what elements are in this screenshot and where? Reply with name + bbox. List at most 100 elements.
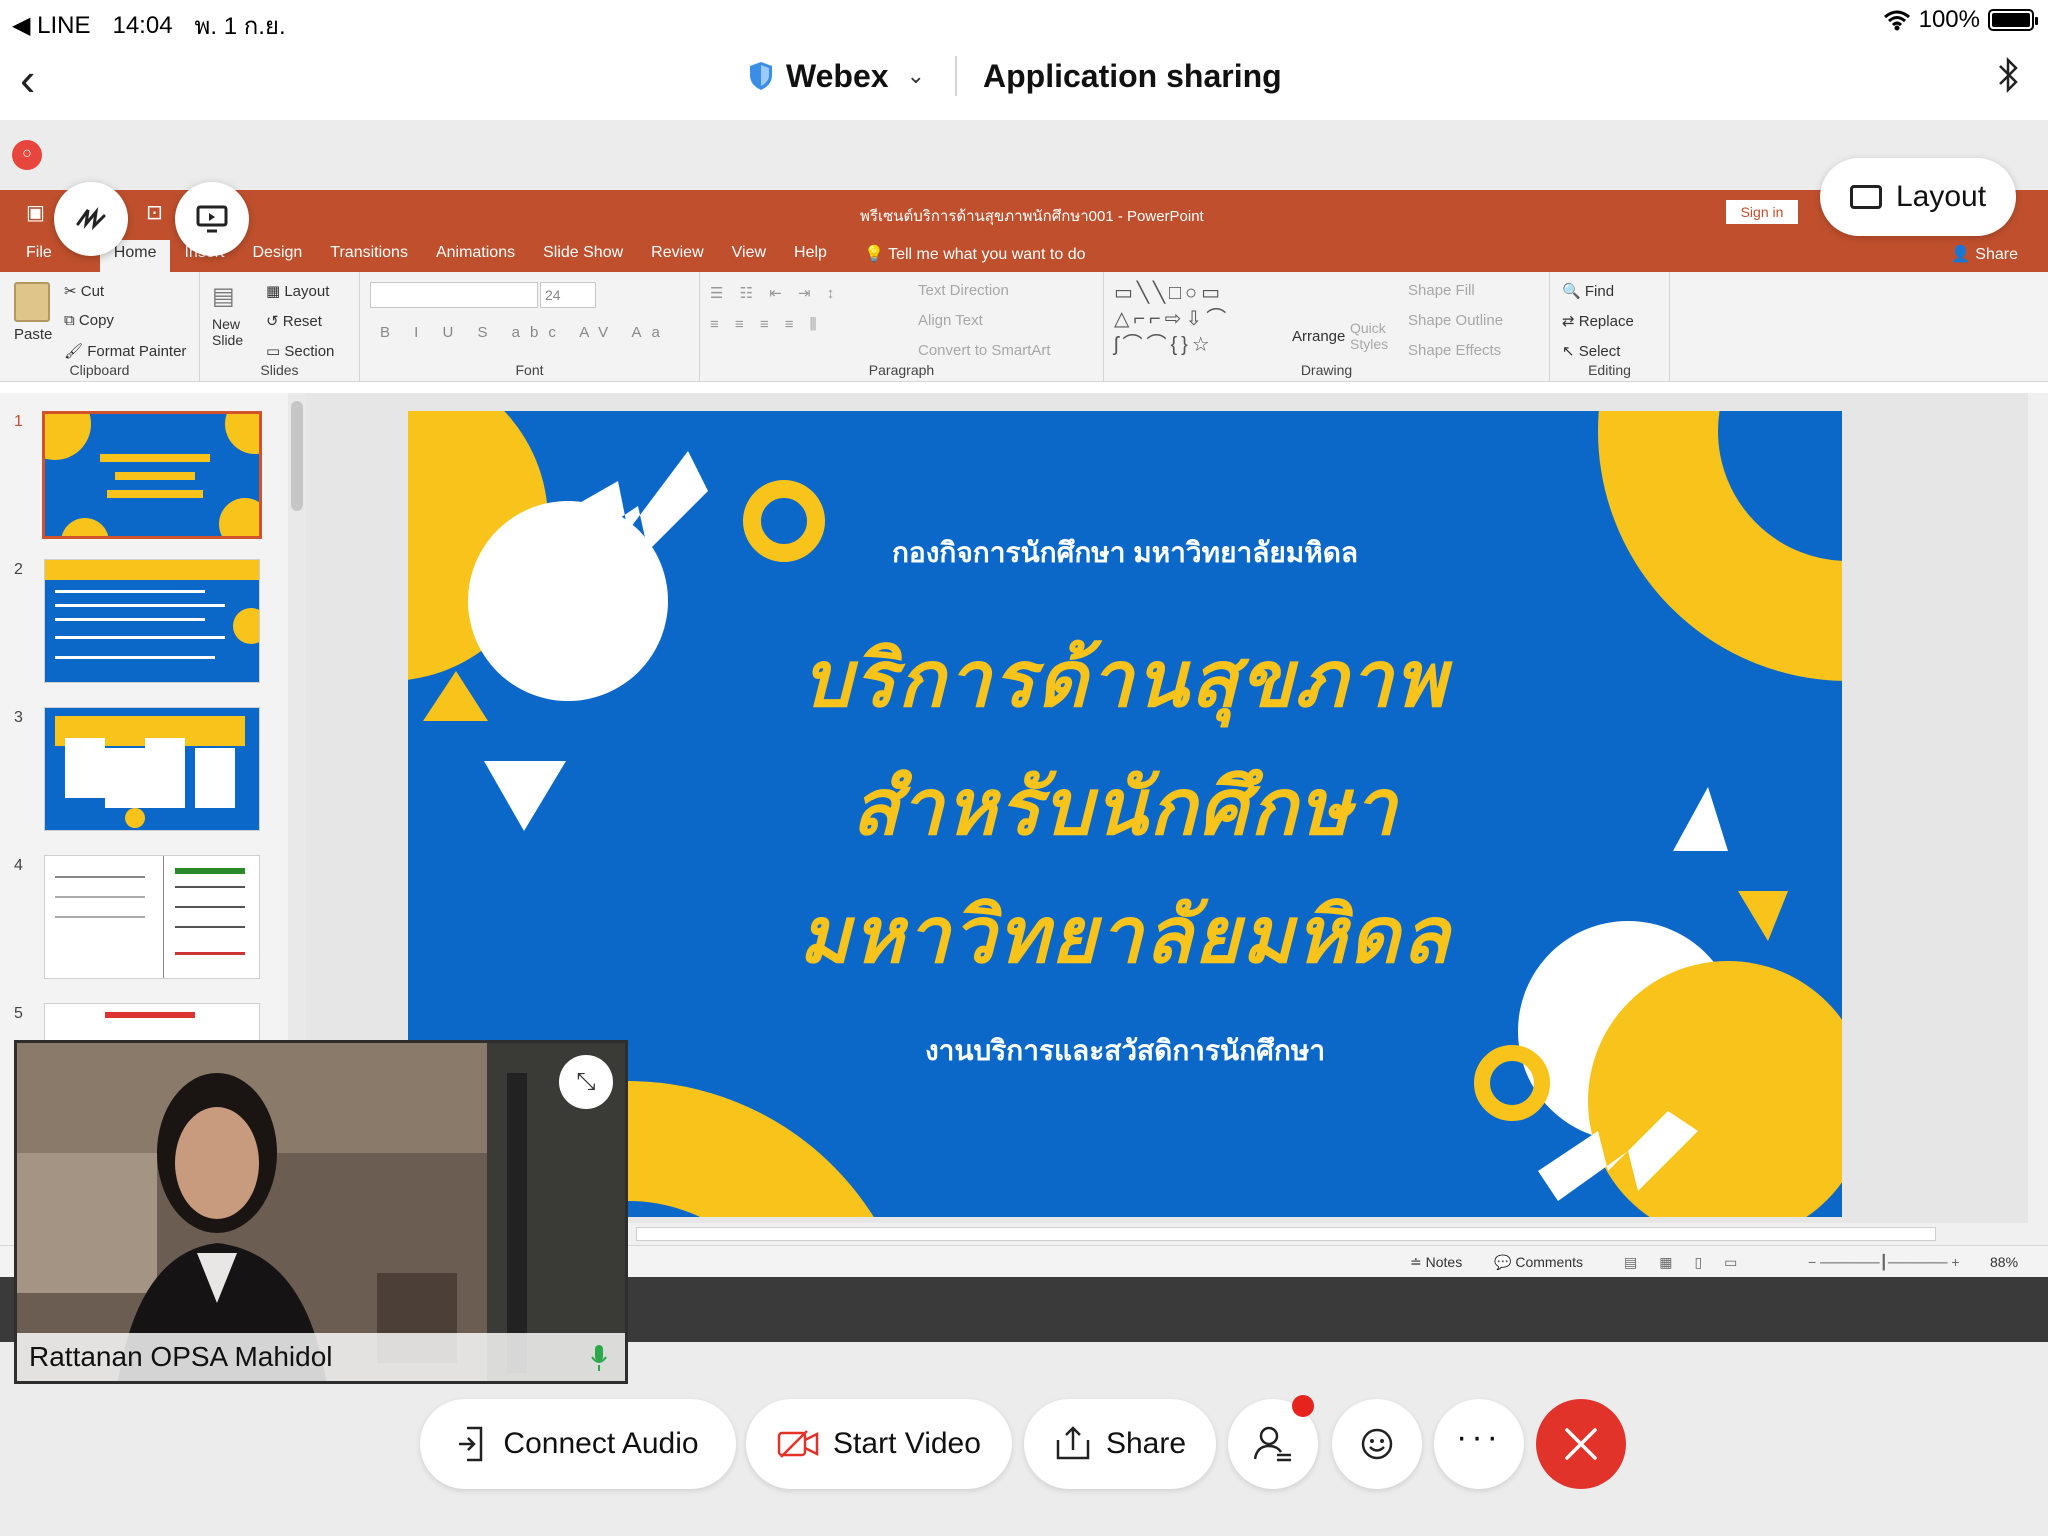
video-off-icon (777, 1430, 819, 1458)
horizontal-scroll-track (636, 1227, 1936, 1241)
more-options-button[interactable]: ··· (1434, 1399, 1524, 1489)
leave-meeting-button[interactable] (1536, 1399, 1626, 1489)
header-divider (955, 56, 957, 96)
layout-button[interactable]: Layout (1820, 158, 2016, 236)
paragraph-group-label: Paragraph (868, 362, 935, 378)
tab-design: Design (252, 244, 303, 261)
participant-video-tile[interactable]: ⤡ Rattanan OPSA Mahidol (14, 1040, 628, 1384)
start-video-button[interactable]: Start Video (746, 1399, 1012, 1489)
webex-brand[interactable]: Webex (786, 58, 889, 95)
reset-button: ↺ Reset (266, 313, 322, 330)
ppt-share-label: Share (1975, 246, 2018, 263)
tab-slide-show: Slide Show (543, 244, 624, 261)
thumb-number: 4 (14, 857, 23, 874)
battery-icon (1988, 9, 2038, 31)
page-title: Application sharing (983, 57, 1282, 94)
reactions-button[interactable] (1332, 1399, 1422, 1489)
layout-menu-label: Layout (284, 283, 330, 300)
start-video-label: Start Video (833, 1427, 981, 1460)
tab-transitions: Transitions (330, 244, 408, 261)
editing-group: 🔍 Find ⇄ Replace ↖ Select Editing (1550, 272, 1670, 382)
share-screen-toggle-button[interactable] (175, 182, 249, 256)
drawing-group: ▭╲╲□○▭ △⌐⌐⇨⇩⌒ ʃ⌒⌒{}☆ Arrange Quick Styles … (1104, 272, 1550, 382)
text-direction-button: Text Direction (918, 282, 1009, 299)
quick-styles-button: Quick Styles (1350, 320, 1389, 352)
view-buttons: ▤▦▯▭ (1624, 1254, 1760, 1270)
paste-label: Paste (14, 326, 53, 343)
sign-in-button: Sign in (1726, 200, 1798, 224)
participant-name-bar: Rattanan OPSA Mahidol (17, 1333, 625, 1381)
thumb-number: 5 (14, 1005, 23, 1022)
expand-video-icon[interactable]: ⤡ (559, 1055, 613, 1109)
drawing-group-label: Drawing (1300, 362, 1353, 378)
section-label: Section (284, 343, 335, 360)
layout-icon (1849, 185, 1882, 209)
tab-help: Help (794, 244, 827, 261)
monitor-icon (196, 205, 228, 233)
tell-me-label: Tell me what you want to do (888, 246, 1086, 263)
align-buttons: ≡ ≡ ≡ ≡ ⫼ (710, 316, 823, 333)
format-painter-button: 🖌 Format Painter (64, 343, 187, 360)
connect-audio-label: Connect Audio (503, 1427, 699, 1460)
convert-smartart-button: Convert to SmartArt (918, 342, 1051, 359)
thumb-4-preview (45, 856, 259, 978)
new-slide-icon: ▤ (212, 283, 235, 310)
bluetooth-icon (1998, 56, 2020, 103)
more-dots-icon: ··· (1456, 1417, 1502, 1456)
replace-label: Replace (1578, 313, 1634, 330)
layout-menu: ▦ Layout (266, 283, 330, 300)
zoom-slider: − ──────┃────── + (1808, 1254, 1960, 1270)
section-menu: ▭ Section (266, 343, 335, 360)
ppt-window-title: พรีเซนต์บริการด้านสุขภาพนักศึกษา001 - Po… (860, 208, 1204, 225)
align-text-button: Align Text (918, 312, 983, 329)
slide-thumbnail-4 (44, 855, 260, 979)
editing-group-label: Editing (1588, 362, 1631, 378)
share-upload-icon (1056, 1426, 1090, 1460)
back-to-line-link[interactable]: ◀ LINE (12, 11, 90, 40)
slide-thumbnail-3 (44, 707, 260, 831)
share-button[interactable]: Share (1024, 1399, 1216, 1489)
tab-review: Review (651, 244, 704, 261)
comments-label: Comments (1515, 1254, 1584, 1270)
clipboard-group-label: Clipboard (69, 362, 130, 378)
find-button: 🔍 Find (1562, 283, 1615, 300)
ribbon-home: Paste ✂ Cut ⧉ Copy 🖌 Format Painter Clip… (0, 272, 2048, 382)
shape-effects-button: Shape Effects (1408, 342, 1502, 359)
paste-icon (14, 282, 50, 322)
shape-fill-button: Shape Fill (1408, 282, 1475, 299)
notes-button: ≐ Notes (1410, 1254, 1463, 1270)
slide-thumbnail-1 (42, 411, 262, 539)
present-icon: ⊡ (146, 202, 163, 224)
connect-audio-icon (459, 1426, 483, 1462)
font-group-label: Font (515, 362, 544, 378)
layout-button-label: Layout (1895, 180, 1987, 213)
thumb-number: 1 (14, 413, 23, 430)
arrange-button: Arrange (1292, 328, 1346, 345)
annotate-button[interactable] (54, 182, 128, 256)
microphone-icon (591, 1345, 607, 1371)
tab-animations: Animations (435, 244, 516, 261)
back-chevron-icon[interactable]: ‹ (20, 54, 60, 104)
ppt-titlebar: ▣ ⊡ พรีเซนต์บริการด้านสุขภาพนักศึกษา001 … (0, 190, 2048, 272)
notes-label: Notes (1425, 1254, 1463, 1270)
replace-button: ⇄ Replace (1562, 313, 1634, 330)
copy-button: ⧉ Copy (64, 312, 114, 329)
select-label: Select (1578, 343, 1621, 360)
ppt-share-button: 👤 Share (1950, 246, 2018, 263)
font-name-box (370, 282, 538, 308)
notification-badge (1292, 1395, 1314, 1417)
ribbon-tabs: File Home Insert Design Transitions Anim… (0, 240, 841, 272)
slides-group: ▤ New Slide ▦ Layout ↺ Reset ▭ Section S… (200, 272, 360, 382)
participants-icon (1253, 1426, 1291, 1462)
thumb-number: 2 (14, 561, 23, 578)
zoom-level: 88% (1990, 1254, 2019, 1270)
connect-audio-button[interactable]: Connect Audio (420, 1399, 736, 1489)
share-label: Share (1105, 1427, 1187, 1460)
chevron-down-icon[interactable]: ⌄ (907, 63, 925, 89)
shield-icon (750, 62, 772, 90)
tab-file: File (26, 244, 52, 261)
battery-percent: 100% (1918, 6, 1980, 33)
thumb-number: 3 (14, 709, 23, 726)
cut-button: ✂ Cut (64, 283, 105, 300)
slide-title-line-1: บริการด้านสุขภาพ (802, 635, 1448, 723)
